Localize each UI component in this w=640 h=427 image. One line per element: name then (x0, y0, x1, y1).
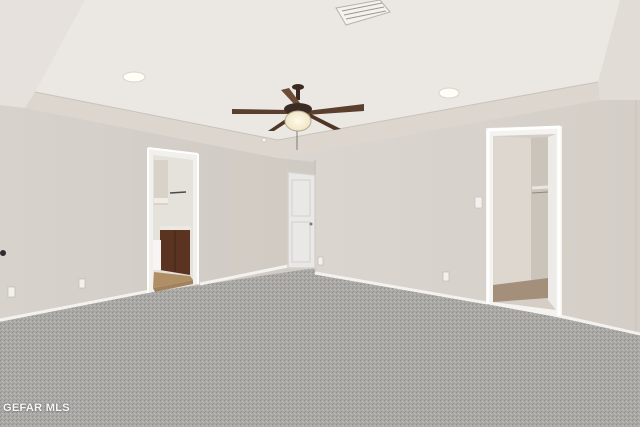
door-knob (309, 222, 313, 226)
door-handle (0, 250, 6, 256)
outlet (317, 256, 324, 266)
recessed-light (438, 87, 460, 99)
bathroom-doorway (147, 147, 199, 293)
light-switch (474, 196, 483, 209)
fan-light-globe (284, 110, 312, 132)
outlet (7, 286, 16, 298)
recessed-light (122, 71, 146, 83)
room-illustration (0, 0, 640, 427)
closet-door (548, 134, 556, 310)
closet-doorway (486, 125, 562, 318)
closed-door (287, 171, 316, 269)
photo-scene: GEFAR MLS (0, 0, 640, 427)
watermark: GEFAR MLS (3, 402, 70, 414)
outlet (78, 278, 86, 289)
outlet (442, 271, 450, 282)
